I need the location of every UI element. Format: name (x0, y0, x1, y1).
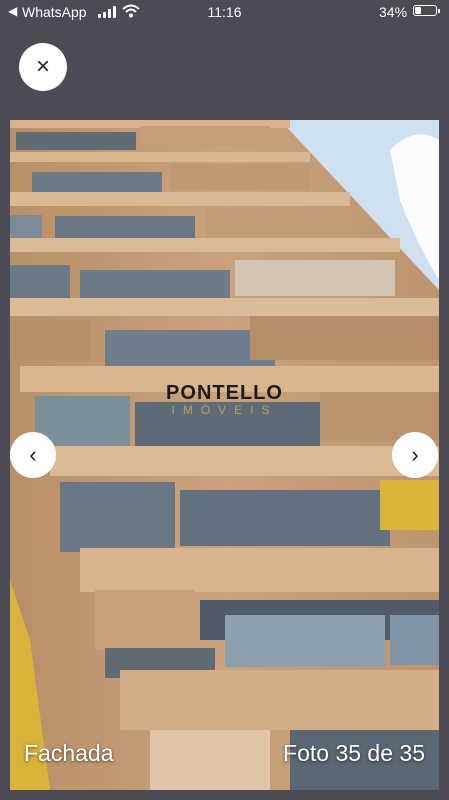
building-facade-image (10, 120, 439, 790)
chevron-right-icon: › (411, 442, 419, 467)
chevron-left-icon: ‹ (29, 442, 37, 467)
close-button[interactable]: × (19, 43, 67, 91)
close-icon: × (35, 53, 50, 80)
previous-photo-button[interactable]: ‹ (10, 432, 56, 478)
photo-caption: Fachada (24, 740, 114, 766)
watermark-brand: PONTELLO (166, 382, 283, 404)
battery-percent: 34% (379, 4, 408, 20)
battery-icon (413, 5, 437, 16)
watermark-sub: IMÓVEIS (171, 403, 278, 417)
status-bar: ◀ WhatsApp 11:16 34% (0, 0, 449, 26)
gallery-photo[interactable]: PONTELLO IMÓVEIS (10, 120, 439, 790)
next-photo-button[interactable]: › (392, 432, 438, 478)
watermark: PONTELLO IMÓVEIS (10, 382, 439, 417)
photo-counter: Foto 35 de 35 (283, 740, 425, 766)
